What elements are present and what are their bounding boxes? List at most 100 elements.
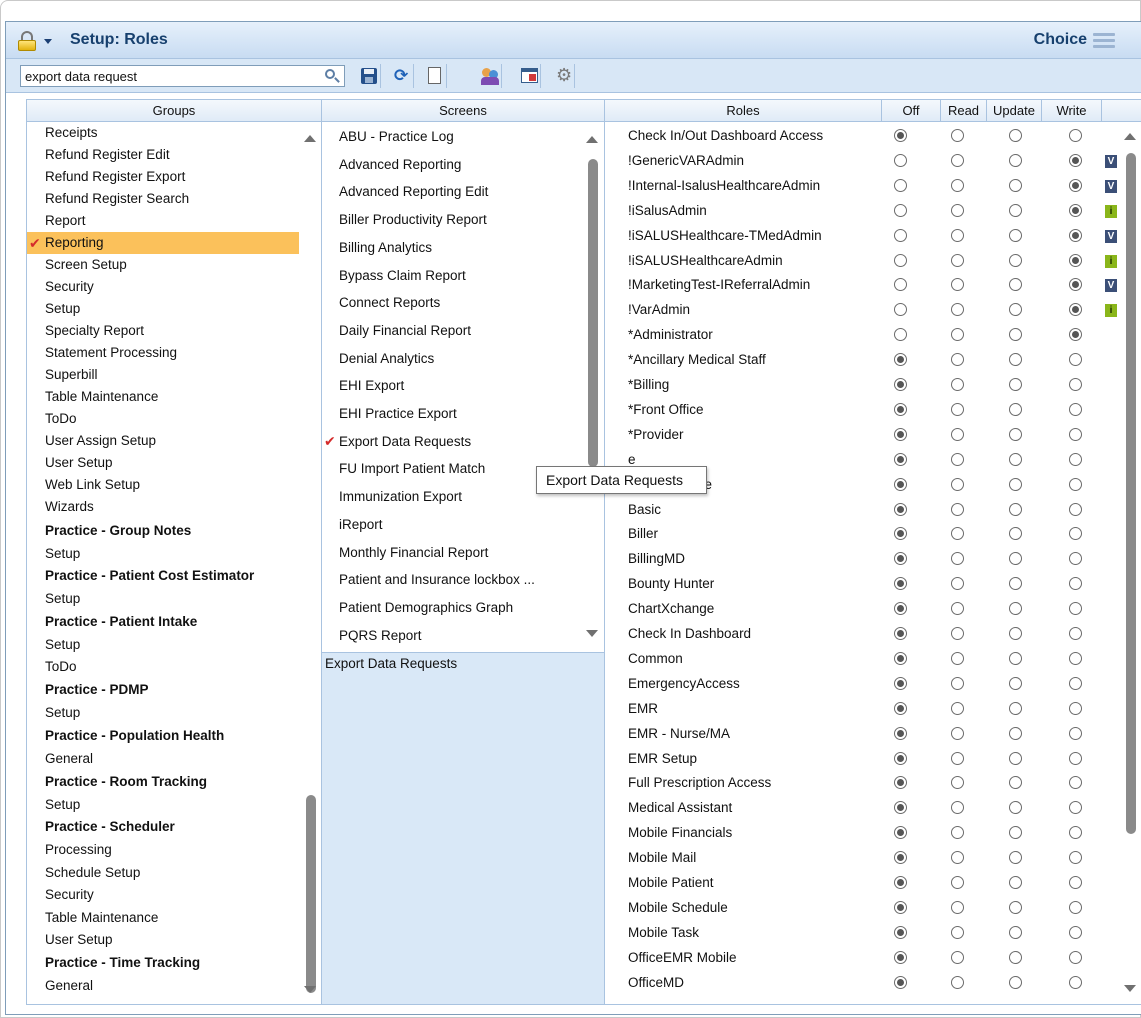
write-header[interactable]: Write	[1041, 99, 1102, 122]
group-item[interactable]: User Setup	[27, 929, 299, 951]
radio-read[interactable]	[951, 676, 964, 690]
radio-write[interactable]	[1069, 925, 1082, 939]
screens-header[interactable]: Screens	[321, 99, 605, 122]
radio-read[interactable]	[951, 328, 964, 342]
radio-update[interactable]	[1009, 477, 1022, 491]
group-item[interactable]: Practice - Time Tracking	[27, 952, 299, 974]
radio-update[interactable]	[1009, 801, 1022, 815]
radio-off[interactable]	[894, 826, 907, 840]
group-item[interactable]: User Setup	[27, 452, 299, 474]
screen-item[interactable]: Advanced Reporting	[322, 151, 582, 178]
users-button[interactable]	[478, 64, 502, 88]
radio-update[interactable]	[1009, 602, 1022, 616]
radio-update[interactable]	[1009, 402, 1022, 416]
radio-off[interactable]	[894, 627, 907, 640]
radio-read[interactable]	[951, 851, 964, 865]
radio-update[interactable]	[1009, 328, 1022, 342]
radio-off[interactable]	[894, 577, 907, 591]
radio-update[interactable]	[1009, 129, 1022, 142]
radio-update[interactable]	[1009, 751, 1022, 765]
radio-off[interactable]	[894, 552, 907, 566]
screen-item[interactable]: Patient and Insurance lockbox ...	[322, 566, 582, 593]
update-header[interactable]: Update	[986, 99, 1042, 122]
radio-off[interactable]	[894, 153, 907, 167]
radio-update[interactable]	[1009, 851, 1022, 865]
radio-write[interactable]	[1069, 427, 1082, 441]
radio-update[interactable]	[1009, 253, 1022, 267]
radio-read[interactable]	[951, 402, 964, 416]
radio-update[interactable]	[1009, 627, 1022, 640]
radio-off[interactable]	[894, 203, 907, 217]
off-header[interactable]: Off	[881, 99, 941, 122]
radio-read[interactable]	[951, 427, 964, 441]
radio-update[interactable]	[1009, 452, 1022, 466]
group-item[interactable]: Web Link Setup	[27, 474, 299, 496]
radio-read[interactable]	[951, 303, 964, 317]
radio-update[interactable]	[1009, 900, 1022, 914]
radio-off[interactable]	[894, 477, 907, 491]
group-item[interactable]: Setup	[27, 588, 299, 610]
screen-item[interactable]: Advanced Reporting Edit	[322, 178, 582, 205]
screen-item[interactable]: PQRS Report	[322, 622, 582, 649]
radio-read[interactable]	[951, 129, 964, 142]
group-item[interactable]: Table Maintenance	[27, 907, 299, 929]
radio-update[interactable]	[1009, 228, 1022, 242]
radio-off[interactable]	[894, 278, 907, 292]
radio-update[interactable]	[1009, 427, 1022, 441]
radio-write[interactable]	[1069, 527, 1082, 541]
roles-scroll-up-icon[interactable]	[1124, 133, 1136, 140]
radio-read[interactable]	[951, 552, 964, 566]
group-item[interactable]: Superbill	[27, 364, 299, 386]
radio-update[interactable]	[1009, 676, 1022, 690]
radio-off[interactable]	[894, 676, 907, 690]
group-item[interactable]: Refund Register Edit	[27, 144, 299, 166]
radio-read[interactable]	[951, 950, 964, 964]
radio-off[interactable]	[894, 726, 907, 740]
groups-scroll-down-icon[interactable]	[304, 986, 316, 993]
radio-update[interactable]	[1009, 552, 1022, 566]
radio-off[interactable]	[894, 129, 907, 142]
radio-off[interactable]	[894, 328, 907, 342]
radio-read[interactable]	[951, 203, 964, 217]
roles-header[interactable]: Roles	[604, 99, 882, 122]
radio-write[interactable]	[1069, 353, 1082, 367]
group-item[interactable]: Setup	[27, 298, 299, 320]
radio-read[interactable]	[951, 602, 964, 616]
group-item[interactable]: Statement Processing	[27, 342, 299, 364]
radio-read[interactable]	[951, 701, 964, 715]
radio-write[interactable]	[1069, 975, 1082, 989]
radio-write[interactable]	[1069, 900, 1082, 914]
group-item[interactable]: Practice - Scheduler	[27, 816, 299, 838]
radio-update[interactable]	[1009, 577, 1022, 591]
radio-read[interactable]	[951, 452, 964, 466]
group-item[interactable]: Screen Setup	[27, 254, 299, 276]
groups-scrollbar-thumb[interactable]	[306, 795, 316, 993]
radio-write[interactable]	[1069, 129, 1082, 142]
radio-off[interactable]	[894, 253, 907, 267]
group-item[interactable]: Practice - Patient Intake	[27, 611, 299, 633]
radio-update[interactable]	[1009, 353, 1022, 367]
radio-update[interactable]	[1009, 153, 1022, 167]
radio-read[interactable]	[951, 627, 964, 640]
radio-write[interactable]	[1069, 278, 1082, 292]
screen-item[interactable]: ABU - Practice Log	[322, 123, 582, 150]
radio-update[interactable]	[1009, 876, 1022, 889]
radio-write[interactable]	[1069, 502, 1082, 516]
group-item[interactable]: Setup	[27, 543, 299, 565]
radio-update[interactable]	[1009, 527, 1022, 541]
group-item[interactable]: Practice - Population Health	[27, 725, 299, 747]
radio-read[interactable]	[951, 527, 964, 541]
radio-write[interactable]	[1069, 751, 1082, 765]
roles-scrollbar-thumb[interactable]	[1126, 153, 1136, 834]
radio-update[interactable]	[1009, 975, 1022, 989]
radio-read[interactable]	[951, 353, 964, 367]
group-item[interactable]: Practice - Patient Cost Estimator	[27, 565, 299, 587]
radio-update[interactable]	[1009, 278, 1022, 292]
radio-read[interactable]	[951, 378, 964, 391]
screen-item[interactable]: EHI Export	[322, 372, 582, 399]
radio-off[interactable]	[894, 303, 907, 317]
group-item[interactable]: Table Maintenance	[27, 386, 299, 408]
radio-write[interactable]	[1069, 602, 1082, 616]
groups-header[interactable]: Groups	[26, 99, 322, 122]
radio-write[interactable]	[1069, 776, 1082, 790]
